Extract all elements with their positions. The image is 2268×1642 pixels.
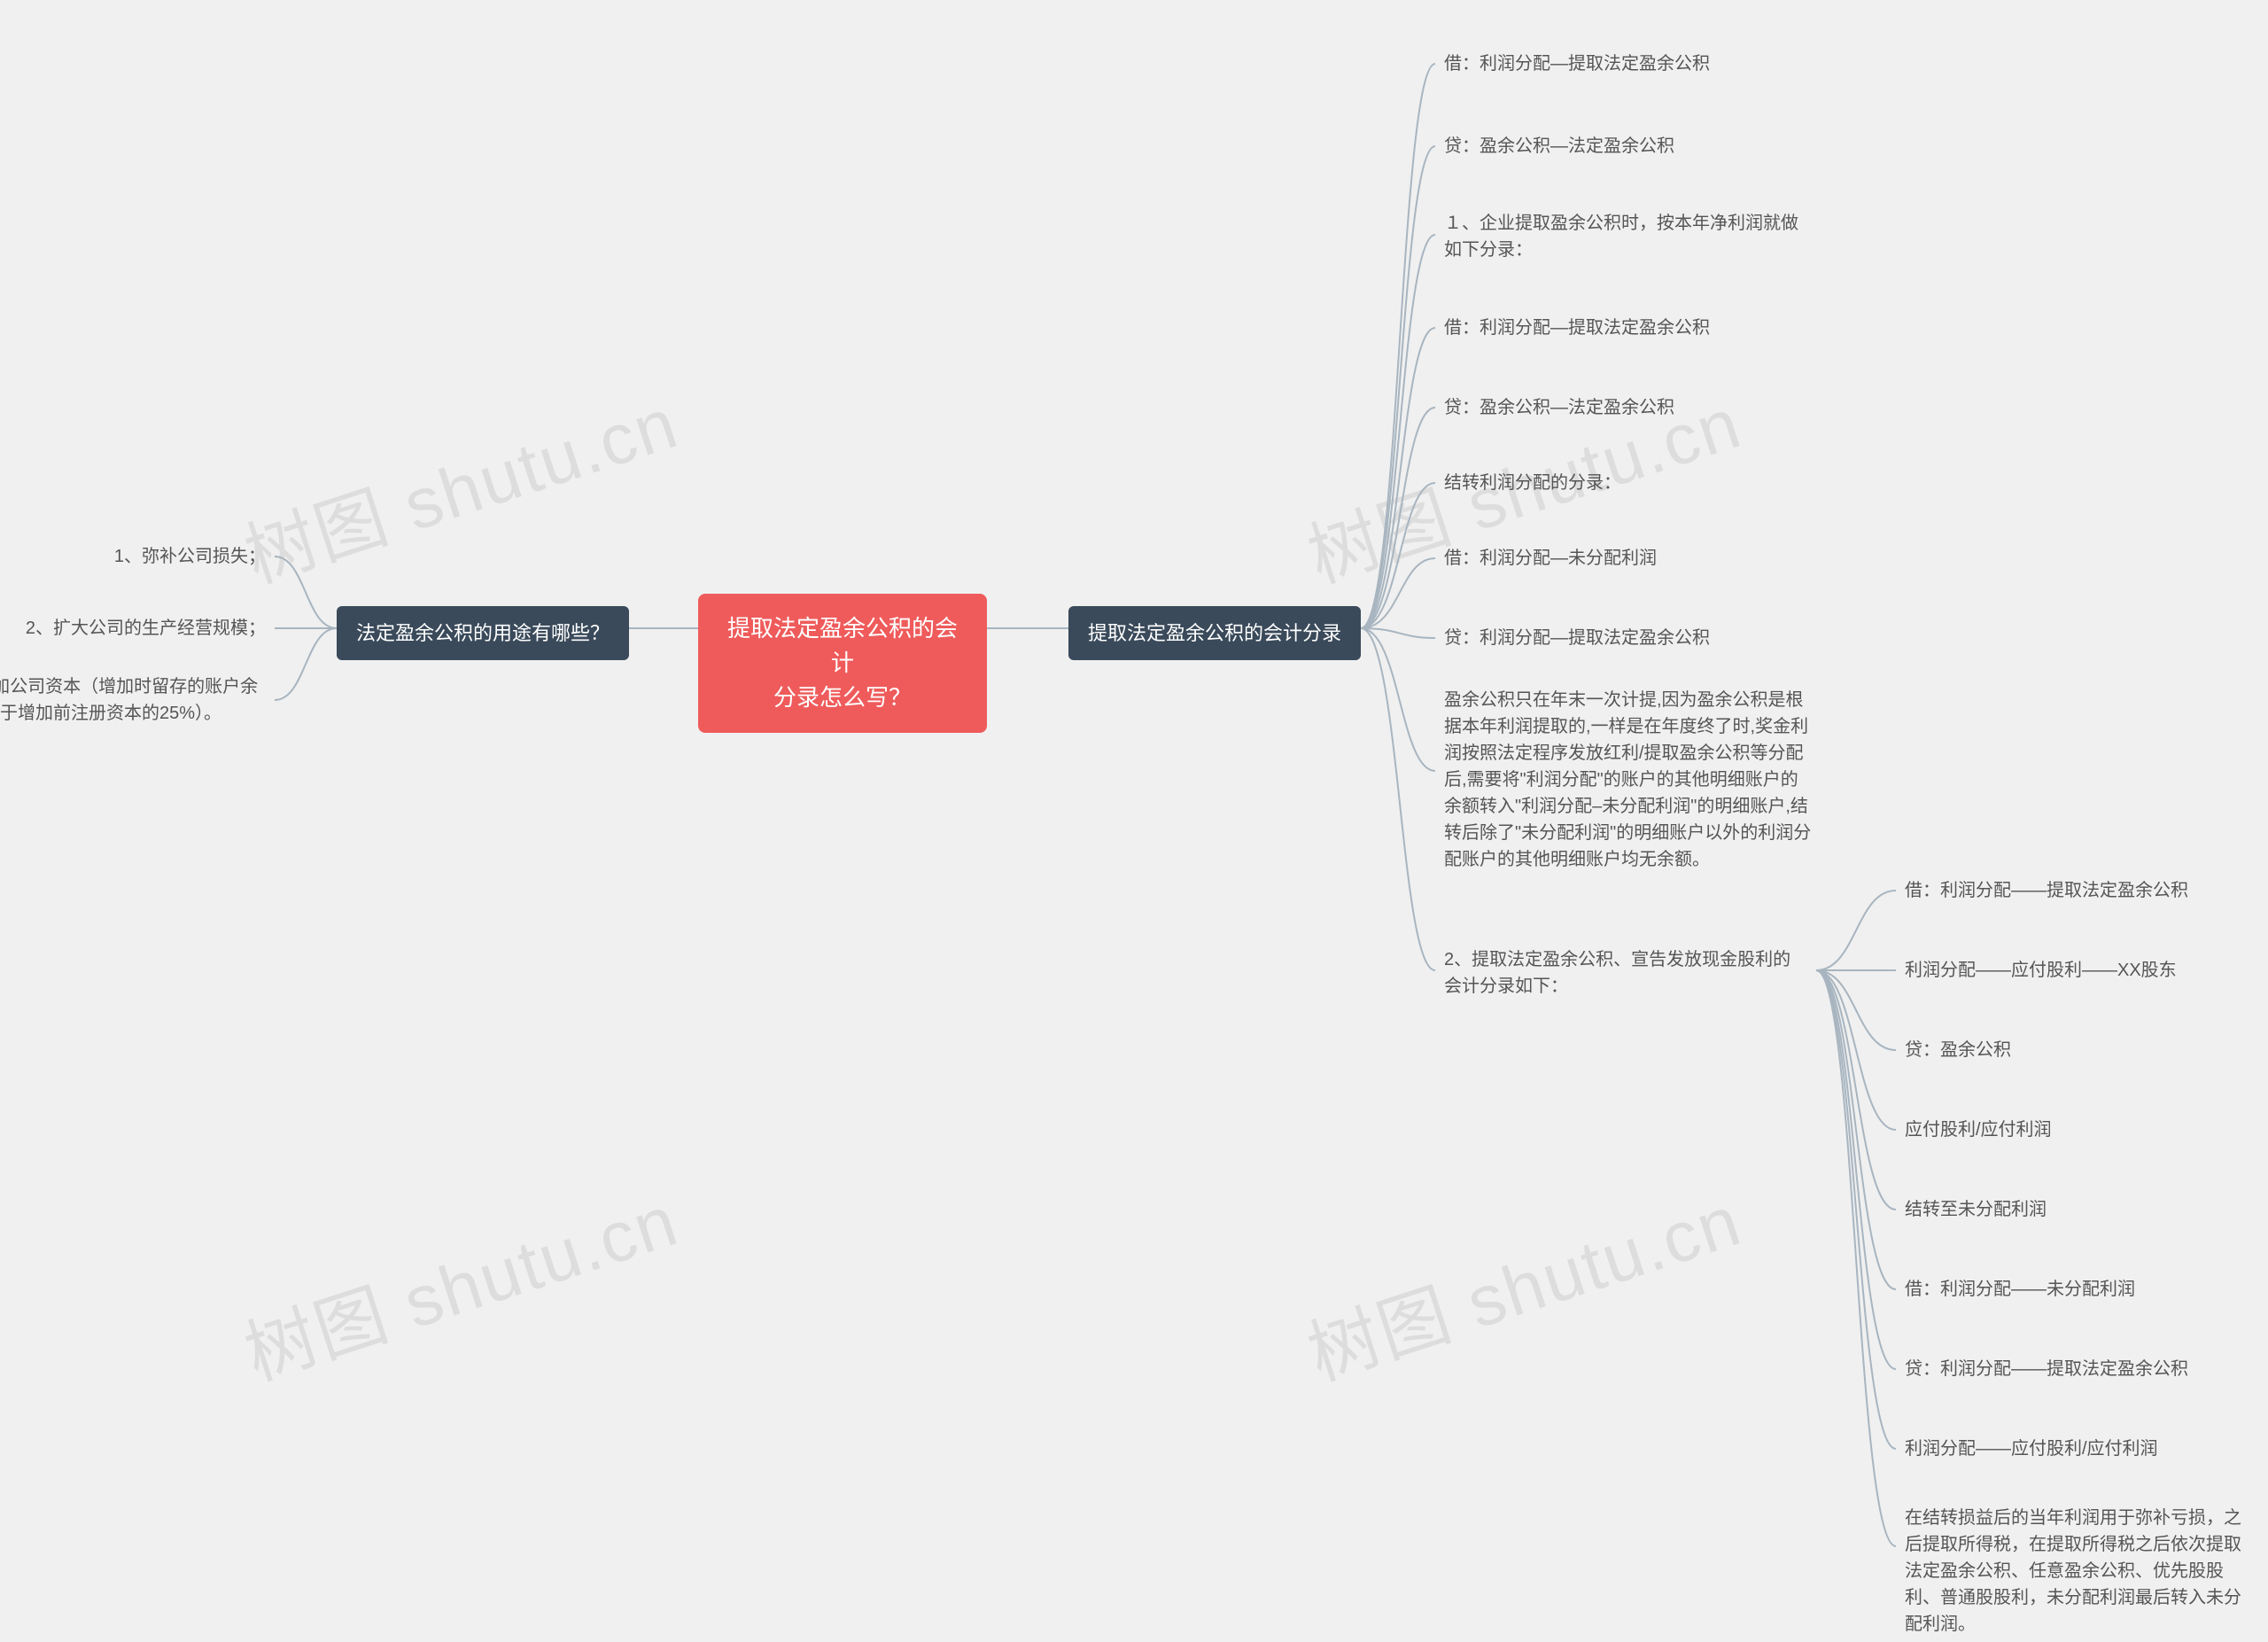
sub-leaf-8[interactable]: 利润分配——应付股利/应付利润 xyxy=(1905,1436,2158,1462)
sub-leaf-6[interactable]: 借：利润分配——未分配利润 xyxy=(1905,1276,2135,1303)
right-leaf-1[interactable]: 借：利润分配—提取法定盈余公积 xyxy=(1444,51,1710,77)
right-leaf-5[interactable]: 贷：盈余公积—法定盈余公积 xyxy=(1444,394,1674,421)
right-leaf-6[interactable]: 结转利润分配的分录： xyxy=(1444,470,1621,496)
right-branch-node[interactable]: 提取法定盈余公积的会计分录 xyxy=(1068,606,1361,660)
sub-leaf-3[interactable]: 贷：盈余公积 xyxy=(1905,1037,2011,1063)
watermark: 树图 shutu.cn xyxy=(230,1163,689,1400)
sub-leaf-4[interactable]: 应付股利/应付利润 xyxy=(1905,1117,2052,1143)
root-line2: 分录怎么写？ xyxy=(723,681,962,715)
left-leaf-2[interactable]: 2、扩大公司的生产经营规模； xyxy=(0,615,266,642)
root-node[interactable]: 提取法定盈余公积的会计 分录怎么写？ xyxy=(698,594,987,733)
left-leaf-3[interactable]: 3、增加公司资本（增加时留存的账户余额不低于增加前注册资本的25%）。 xyxy=(0,673,266,727)
right-leaf-3[interactable]: １、企业提取盈余公积时，按本年净利润就做如下分录： xyxy=(1444,210,1807,263)
right-leaf-2[interactable]: 贷：盈余公积—法定盈余公积 xyxy=(1444,133,1674,160)
left-branch-node[interactable]: 法定盈余公积的用途有哪些？ xyxy=(337,606,629,660)
right-leaf-8[interactable]: 贷：利润分配—提取法定盈余公积 xyxy=(1444,625,1710,651)
sub-leaf-2[interactable]: 利润分配——应付股利——XX股东 xyxy=(1905,957,2177,984)
left-leaf-1[interactable]: 1、弥补公司损失； xyxy=(53,543,266,570)
sub-leaf-9[interactable]: 在结转损益后的当年利润用于弥补亏损，之后提取所得税，在提取所得税之后依次提取法定… xyxy=(1905,1505,2255,1638)
right-leaf-10[interactable]: 2、提取法定盈余公积、宣告发放现金股利的会计分录如下： xyxy=(1444,946,1807,1000)
sub-leaf-1[interactable]: 借：利润分配——提取法定盈余公积 xyxy=(1905,877,2188,904)
connector-lines xyxy=(0,0,2268,1642)
sub-leaf-5[interactable]: 结转至未分配利润 xyxy=(1905,1196,2047,1223)
sub-leaf-7[interactable]: 贷：利润分配——提取法定盈余公积 xyxy=(1905,1356,2188,1382)
watermark: 树图 shutu.cn xyxy=(230,366,689,603)
right-leaf-9[interactable]: 盈余公积只在年末一次计提,因为盈余公积是根据本年利润提取的,一样是在年度终了时,… xyxy=(1444,687,1812,873)
watermark: 树图 shutu.cn xyxy=(1293,1163,1752,1400)
mindmap-canvas: 树图 shutu.cn 树图 shutu.cn 树图 shutu.cn 树图 s… xyxy=(0,0,2268,1642)
root-line1: 提取法定盈余公积的会计 xyxy=(723,611,962,681)
right-leaf-4[interactable]: 借：利润分配—提取法定盈余公积 xyxy=(1444,315,1710,341)
right-leaf-7[interactable]: 借：利润分配—未分配利润 xyxy=(1444,545,1657,572)
